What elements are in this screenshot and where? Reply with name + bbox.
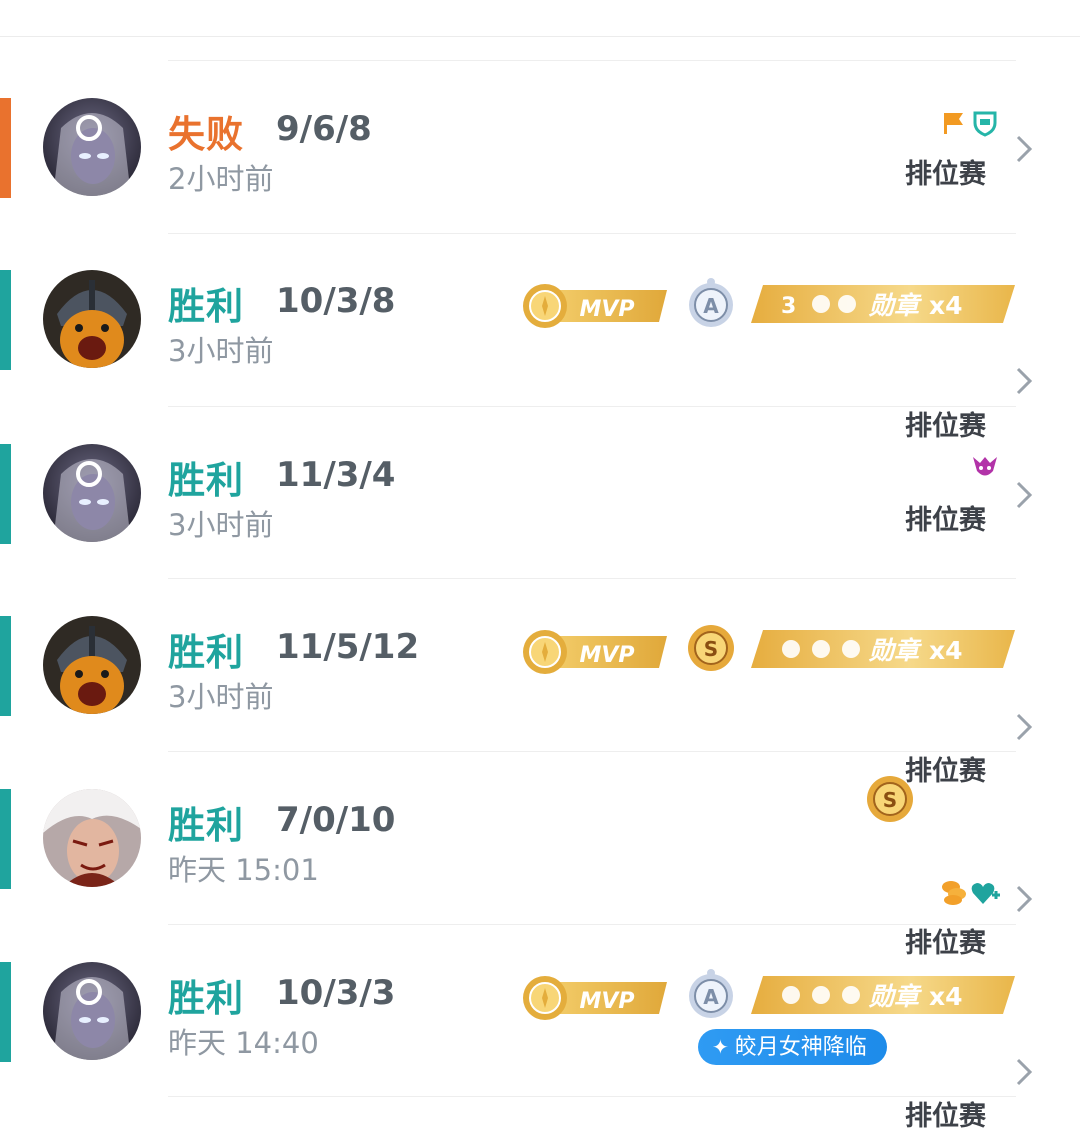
result-indicator xyxy=(0,616,11,716)
medal-lead: 3 xyxy=(781,294,796,319)
match-result: 胜利 xyxy=(168,459,244,502)
match-time: 昨天 14:40 xyxy=(168,1026,319,1060)
match-result: 失败 xyxy=(168,113,244,156)
game-mode: 排位赛 xyxy=(905,1101,986,1132)
match-result: 胜利 xyxy=(168,977,244,1020)
top-bar xyxy=(0,0,1080,37)
medal-label: 勋章 xyxy=(868,636,923,665)
chevron-right-icon[interactable] xyxy=(1013,712,1035,742)
match-time: 3小时前 xyxy=(168,680,274,714)
grade-badge: A xyxy=(685,968,737,1020)
grade-letter: A xyxy=(703,294,719,318)
hero-avatar xyxy=(43,98,141,196)
kda: 9/6/8 xyxy=(276,109,372,149)
event-label: 皎月女神降临 xyxy=(734,1035,867,1060)
grade-badge: S xyxy=(685,622,737,674)
kda: 10/3/8 xyxy=(276,281,396,321)
shield-icon xyxy=(971,109,999,137)
hero-avatar xyxy=(43,616,141,714)
chevron-right-icon[interactable] xyxy=(1013,1057,1035,1087)
hero-avatar xyxy=(43,270,141,368)
chevron-right-icon[interactable] xyxy=(1013,134,1035,164)
hero-avatar xyxy=(43,444,141,542)
grade-letter: S xyxy=(883,788,897,812)
result-indicator xyxy=(0,270,11,370)
flag-icon xyxy=(941,110,967,136)
result-indicator xyxy=(0,789,11,889)
medal-count: x4 xyxy=(929,636,963,665)
match-row[interactable]: 胜利 10/3/8 3小时前 MVP A 3 勋章 x4 排位赛 xyxy=(0,233,1080,442)
hero-avatar xyxy=(43,962,141,1060)
result-indicator xyxy=(0,98,11,198)
match-time: 昨天 15:01 xyxy=(168,853,319,887)
match-row[interactable]: 胜利 11/5/12 3小时前 MVP S 勋章 x4 排位赛 xyxy=(0,578,1080,787)
heart-plus-icon xyxy=(970,879,1000,907)
match-row[interactable]: 胜利 7/0/10 昨天 15:01 S 排位赛 xyxy=(0,751,1080,959)
grade-badge: A xyxy=(685,277,737,329)
chevron-right-icon[interactable] xyxy=(1013,366,1035,396)
event-tag[interactable]: ✦ 皎月女神降临 xyxy=(698,1029,887,1065)
mvp-badge: MVP xyxy=(517,972,671,1022)
kda: 11/3/4 xyxy=(276,455,396,495)
mvp-badge: MVP xyxy=(517,626,671,676)
coins-icon xyxy=(939,877,969,907)
grade-badge: S xyxy=(864,773,916,825)
medal-label: 勋章 xyxy=(868,982,923,1011)
match-time: 3小时前 xyxy=(168,508,274,542)
grade-letter: A xyxy=(703,985,719,1009)
result-indicator xyxy=(0,444,11,544)
mvp-label: MVP xyxy=(579,297,634,322)
match-row[interactable]: 胜利 11/3/4 3小时前 排位赛 xyxy=(0,406,1080,578)
kda: 11/5/12 xyxy=(276,627,420,667)
divider xyxy=(168,1096,1016,1097)
match-time: 2小时前 xyxy=(168,162,274,196)
match-time: 3小时前 xyxy=(168,334,274,368)
sparkle-icon: ✦ xyxy=(712,1035,729,1059)
medal-banner: 勋章 x4 xyxy=(751,974,1016,1016)
medal-label: 勋章 xyxy=(868,291,923,320)
kda: 7/0/10 xyxy=(276,800,396,840)
medal-banner: 3 勋章 x4 xyxy=(751,283,1016,325)
grade-letter: S xyxy=(704,637,718,661)
chevron-right-icon[interactable] xyxy=(1013,480,1035,510)
medal-banner: 勋章 x4 xyxy=(751,628,1016,670)
mvp-label: MVP xyxy=(579,989,634,1014)
match-row[interactable]: 失败 9/6/8 2小时前 排位赛 xyxy=(0,60,1080,232)
result-indicator xyxy=(0,962,11,1062)
kda: 10/3/3 xyxy=(276,973,396,1013)
hero-avatar xyxy=(43,789,141,887)
match-result: 胜利 xyxy=(168,804,244,847)
match-result: 胜利 xyxy=(168,285,244,328)
game-mode: 排位赛 xyxy=(905,505,986,536)
mvp-badge: MVP xyxy=(517,280,671,330)
mvp-label: MVP xyxy=(579,643,634,668)
medal-count: x4 xyxy=(929,291,963,320)
game-mode: 排位赛 xyxy=(905,159,986,190)
medal-count: x4 xyxy=(929,982,963,1011)
match-result: 胜利 xyxy=(168,631,244,674)
demon-icon xyxy=(971,453,999,481)
chevron-right-icon[interactable] xyxy=(1013,884,1035,914)
match-row[interactable]: 胜利 10/3/3 昨天 14:40 MVP A 勋章 x4 ✦ 皎月女神降临 … xyxy=(0,924,1080,1132)
